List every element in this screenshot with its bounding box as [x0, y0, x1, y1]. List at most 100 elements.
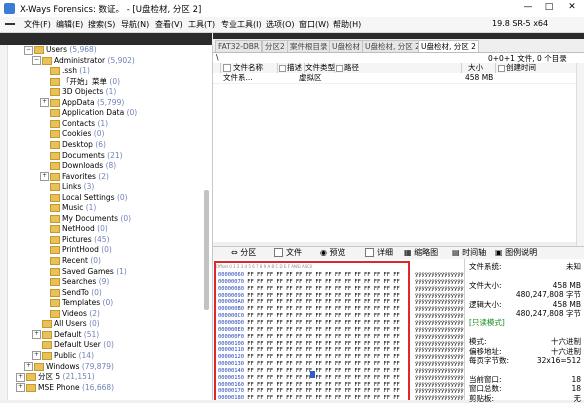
tree-item[interactable]: Templates (0) [40, 298, 113, 308]
tree-item[interactable]: Contacts (1) [40, 119, 108, 129]
tab-usb-evidence[interactable]: U盘检材 [329, 40, 363, 52]
tree-item[interactable]: Downloads (8) [40, 161, 116, 171]
collapse-icon[interactable]: − [24, 45, 33, 55]
thumbnail-icon: ▦ [404, 248, 415, 257]
tree-item[interactable]: + MSE Phone (16,668) [16, 383, 114, 393]
tree-item[interactable]: Searches (9) [40, 277, 109, 287]
col-desc[interactable]: 描述 [278, 63, 305, 73]
expand-icon[interactable]: + [16, 383, 25, 393]
preview-button[interactable]: ◉ 预览 [320, 247, 346, 259]
folder-icon [50, 225, 60, 234]
thumbnail-button[interactable]: ▦ 缩略图 [404, 247, 438, 259]
menu-search[interactable]: 搜索(S) [88, 19, 115, 30]
menu-tools[interactable]: 工具(T) [188, 19, 215, 30]
col-type-label: 文件类型 [305, 63, 335, 72]
info-row: 模式: 十六进制 [469, 337, 581, 346]
details-button[interactable]: 详细 [365, 247, 393, 259]
tree-item[interactable]: Saved Games (1) [40, 267, 127, 277]
info-row: 窗口总数: 18 [469, 384, 581, 393]
info-row [469, 328, 581, 337]
col-check[interactable] [213, 63, 221, 73]
tree-item[interactable]: PrintHood (0) [40, 245, 112, 255]
expand-icon[interactable]: + [40, 172, 49, 182]
tree-item-count: (51) [83, 329, 100, 339]
tree-item-label: Users [46, 45, 68, 54]
tree-item[interactable]: Local Settings (0) [40, 193, 128, 203]
col-created[interactable]: 创建时间 [497, 63, 578, 73]
legend-button[interactable]: ▣ 图例说明 [495, 247, 537, 259]
menu-file[interactable]: 文件(F) [24, 19, 51, 30]
tree-item[interactable]: − Users (5,968) [24, 45, 97, 55]
tab-usb-partition2-a[interactable]: U盘检材, 分区 2 [362, 40, 423, 52]
tree-item[interactable]: + 分区 5 (21,151) [16, 372, 95, 382]
tree-item[interactable]: Pictures (45) [40, 235, 110, 245]
tree-item[interactable]: Desktop (6) [40, 140, 106, 150]
tree-item[interactable]: NetHood (0) [40, 224, 108, 234]
expand-icon[interactable]: + [32, 351, 41, 361]
tab-fat32-dbr[interactable]: FAT32-DBR [215, 40, 263, 52]
tree-item[interactable]: Cookies (0) [40, 129, 104, 139]
tree-item[interactable]: All Users (0) [32, 319, 100, 329]
menu-navigate[interactable]: 导航(N) [121, 19, 149, 30]
col-size[interactable]: 大小 [462, 63, 496, 73]
file-list-scrollbar[interactable] [576, 63, 584, 246]
tree-item[interactable]: .ssh (1) [40, 66, 90, 76]
timeline-button[interactable]: ▤ 时间轴 [452, 247, 486, 259]
tree-item[interactable]: My Documents (0) [40, 214, 131, 224]
menu-icon[interactable] [5, 23, 15, 25]
expand-icon[interactable]: + [16, 372, 25, 382]
tree-item[interactable]: Default User (0) [32, 340, 114, 350]
tab-case-root[interactable]: 案件根目录 [287, 40, 331, 52]
info-label: 文件系统: [469, 262, 502, 271]
tree-item[interactable]: + Favorites (2) [40, 172, 109, 182]
tab-usb-partition2-active[interactable]: U盘检材, 分区 2 [418, 40, 479, 52]
tree-item[interactable]: − Administrator (5,902) [32, 56, 135, 66]
tree-item[interactable]: Videos (2) [40, 309, 100, 319]
info-row: 480,247,808 字节 [469, 290, 581, 299]
menu-options[interactable]: 选项(O) [266, 19, 295, 30]
col-name[interactable]: 文件名称 [221, 63, 278, 73]
tree-item[interactable]: + Default (51) [32, 330, 99, 340]
tree-scrollbar[interactable] [204, 190, 209, 310]
version-label: 19.8 SR-5 x64 [492, 19, 549, 28]
partition-button[interactable]: ⇔ 分区 [231, 247, 256, 259]
table-row[interactable]: 文件系... 虚拟区 458 MB [213, 73, 584, 83]
tree-item-label: 3D Objects [62, 87, 104, 97]
tree-item[interactable]: Documents (21) [40, 151, 123, 161]
tree-item[interactable]: + Windows (79,879) [24, 362, 114, 372]
maximize-button[interactable]: □ [543, 1, 555, 13]
menu-view[interactable]: 查看(V) [155, 19, 183, 30]
file-button[interactable]: 文件 [274, 247, 302, 259]
tab-partition2[interactable]: 分区2 [262, 40, 288, 52]
menu-help[interactable]: 帮助(H) [333, 19, 361, 30]
folder-icon [50, 172, 60, 181]
tree-item[interactable]: + AppData (5,799) [40, 98, 124, 108]
minimize-button[interactable]: — [522, 1, 534, 13]
tree-item[interactable]: Application Data (0) [40, 108, 137, 118]
expand-icon[interactable]: + [40, 98, 49, 108]
file-size: 458 MB [465, 73, 494, 82]
tree-item[interactable]: Music (1) [40, 203, 96, 213]
folder-icon [42, 351, 52, 360]
tree-item[interactable]: 「开始」菜单 (0) [40, 77, 120, 87]
menu-specialist[interactable]: 专业工具(I) [221, 19, 262, 30]
tree-item[interactable]: + Public (14) [32, 351, 94, 361]
tree-item[interactable]: SendTo (0) [40, 288, 102, 298]
expand-icon[interactable]: + [32, 330, 41, 340]
tree-item[interactable]: Recent (0) [40, 256, 101, 266]
expand-icon[interactable]: + [24, 362, 33, 371]
menu-edit[interactable]: 编辑(E) [56, 19, 83, 30]
menu-window[interactable]: 窗口(W) [299, 19, 329, 30]
tree-item-label: SendTo [62, 287, 89, 297]
tree-item[interactable]: Links (3) [40, 182, 94, 192]
col-type[interactable]: 文件类型 [305, 63, 335, 73]
hex-row[interactable]: 00000180 FF FF FF FF FF FF FF FF FF FF F… [218, 394, 400, 402]
file-list-area[interactable] [213, 84, 584, 242]
tree-item[interactable]: 3D Objects (1) [40, 87, 116, 97]
tree-item-label: Searches [62, 277, 97, 287]
info-value: 18 [571, 384, 581, 394]
tree-item-count: (6) [95, 139, 106, 149]
collapse-icon[interactable]: − [32, 56, 41, 66]
close-button[interactable]: ✕ [566, 1, 578, 13]
col-path[interactable]: 路径 [335, 63, 462, 73]
